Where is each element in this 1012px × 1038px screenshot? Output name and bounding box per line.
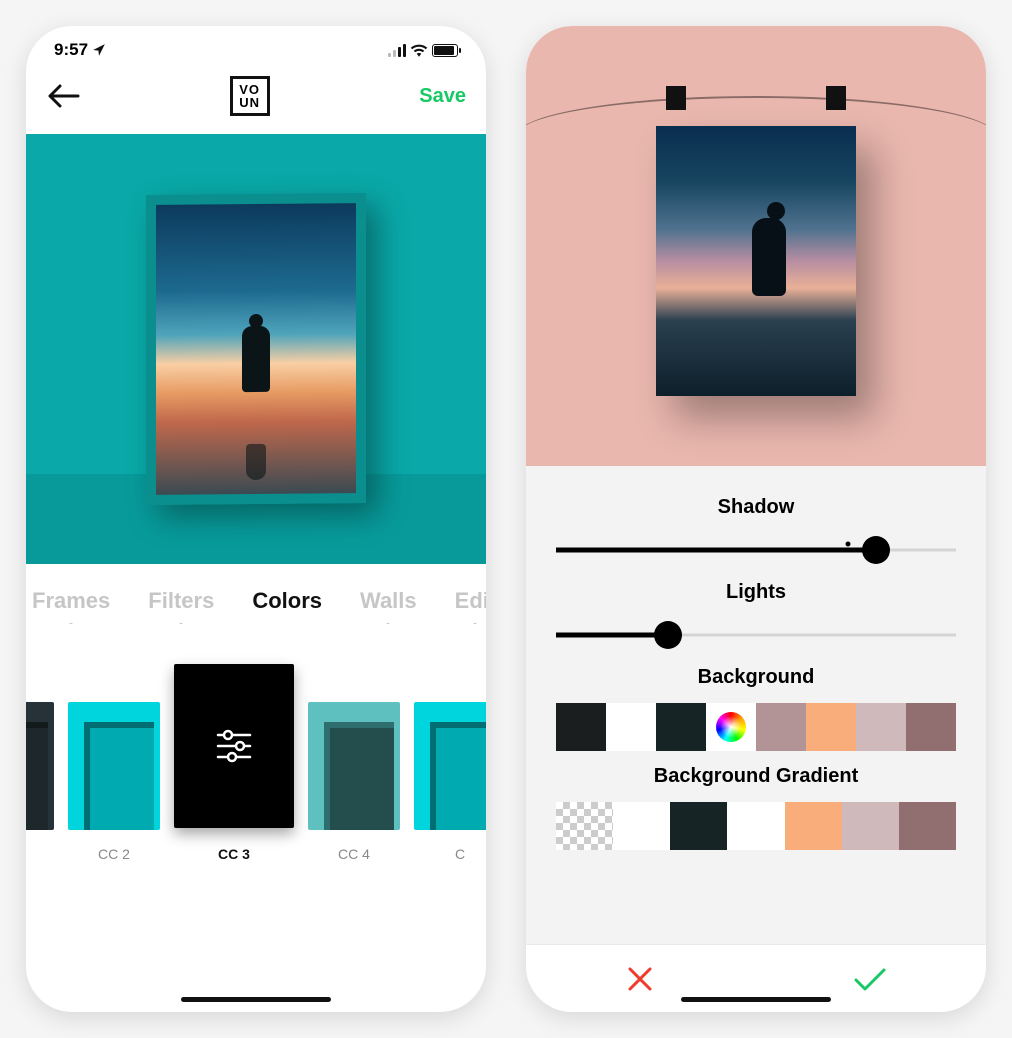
- home-indicator[interactable]: [181, 997, 331, 1002]
- color-swatch[interactable]: [856, 703, 906, 751]
- controls-panel: Shadow Lights Background Background Grad…: [526, 466, 986, 944]
- transparent-swatch[interactable]: [556, 802, 613, 850]
- tab-edit[interactable]: Edit: [455, 588, 486, 614]
- color-swatch[interactable]: [613, 802, 670, 850]
- status-bar: 9:57: [26, 26, 486, 66]
- color-picker-swatch[interactable]: [706, 703, 756, 751]
- color-wheel-icon: [716, 712, 746, 742]
- lights-slider[interactable]: [556, 620, 956, 650]
- phone-editor: 9:57 VO UN Save Frames Filters Colors Wa…: [26, 26, 486, 1012]
- app-logo: VO UN: [230, 76, 270, 116]
- binder-clip-icon: [826, 86, 846, 110]
- tab-frames[interactable]: Frames: [32, 588, 110, 614]
- color-swatch[interactable]: [785, 802, 842, 850]
- wifi-icon: [410, 43, 428, 57]
- color-swatch[interactable]: [727, 802, 784, 850]
- color-swatch[interactable]: [806, 703, 856, 751]
- preset-item-selected[interactable]: CC 3: [174, 664, 294, 862]
- shadow-slider[interactable]: [556, 535, 956, 565]
- framed-photo: [146, 193, 366, 505]
- tab-walls[interactable]: Walls: [360, 588, 417, 614]
- color-swatch[interactable]: [606, 703, 656, 751]
- color-swatch[interactable]: [656, 703, 706, 751]
- preview-canvas-2[interactable]: [526, 26, 986, 466]
- background-swatches: [556, 703, 956, 751]
- status-time: 9:57: [54, 40, 88, 60]
- phone-adjust-panel: Shadow Lights Background Background Grad…: [526, 26, 986, 1012]
- shadow-label: Shadow: [556, 496, 956, 519]
- tab-filters[interactable]: Filters: [148, 588, 214, 614]
- location-arrow-icon: [92, 43, 106, 57]
- logo-text-2: UN: [239, 96, 260, 109]
- color-swatch[interactable]: [906, 703, 956, 751]
- nav-bar: VO UN Save: [26, 66, 486, 134]
- poster-photo: [656, 126, 856, 396]
- background-gradient-label: Background Gradient: [556, 765, 956, 788]
- battery-icon: [432, 44, 458, 57]
- color-swatch[interactable]: [842, 802, 899, 850]
- home-indicator[interactable]: [681, 997, 831, 1002]
- cancel-icon[interactable]: [625, 964, 655, 994]
- color-swatch[interactable]: [756, 703, 806, 751]
- sliders-icon: [212, 724, 256, 768]
- preset-item[interactable]: 1: [26, 702, 54, 862]
- save-button[interactable]: Save: [419, 85, 466, 108]
- preset-item[interactable]: CC 4: [308, 702, 400, 862]
- color-swatch[interactable]: [670, 802, 727, 850]
- confirm-icon[interactable]: [852, 965, 888, 993]
- color-swatch[interactable]: [556, 703, 606, 751]
- gradient-swatches: [556, 802, 956, 850]
- tab-colors[interactable]: Colors: [252, 588, 322, 614]
- cellular-signal-icon: [388, 44, 406, 57]
- category-tabs: Frames Filters Colors Walls Edit M: [26, 564, 486, 624]
- preset-strip[interactable]: 1 CC 2 CC 3 CC 4 C: [26, 624, 486, 866]
- binder-clip-icon: [666, 86, 686, 110]
- preset-item[interactable]: CC 2: [68, 702, 160, 862]
- color-swatch[interactable]: [899, 802, 956, 850]
- preset-item[interactable]: C: [414, 702, 486, 862]
- preview-canvas[interactable]: [26, 134, 486, 564]
- back-icon[interactable]: [46, 84, 80, 108]
- background-label: Background: [556, 666, 956, 689]
- lights-label: Lights: [556, 581, 956, 604]
